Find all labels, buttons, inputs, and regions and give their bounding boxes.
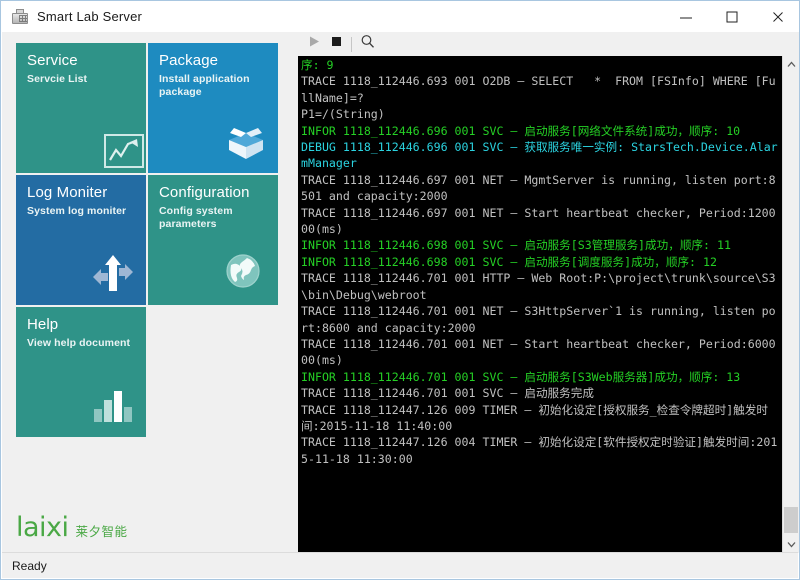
scroll-down-button[interactable] (783, 536, 799, 553)
toolbar-separator (351, 36, 352, 52)
log-panel: 序: 9 TRACE 1118_112446.693 001 O2DB – SEL… (298, 32, 799, 553)
tile-title: Help (27, 316, 59, 333)
search-icon (360, 34, 375, 54)
status-message: Ready (12, 558, 47, 573)
server-rack-icon (11, 8, 29, 26)
log-line: INFOR 1118_112446.698 001 SVC – 启动服务[S3管… (301, 238, 731, 253)
play-icon (308, 35, 321, 53)
log-line: TRACE 1118_112446.693 001 O2DB – SELECT … (301, 74, 776, 105)
close-button[interactable] (755, 1, 799, 32)
tile-title: Package (159, 52, 219, 69)
tile-subtitle: Servcie List (27, 73, 88, 85)
tile-log-moniter[interactable]: Log Moniter System log moniter (16, 175, 146, 305)
log-line: TRACE 1118_112446.701 001 HTTP – Web Roo… (301, 271, 776, 302)
tile-service[interactable]: Service Servcie List (16, 43, 146, 173)
log-line: TRACE 1118_112446.697 001 NET – Start he… (301, 205, 776, 237)
log-toolbar (298, 32, 799, 56)
bar-chart-icon (91, 383, 137, 429)
scrollbar-thumb[interactable] (784, 507, 798, 533)
open-box-icon (223, 119, 269, 165)
window-controls (663, 1, 799, 32)
application-window: Smart Lab Server Service Servcie List Pa… (0, 0, 800, 580)
tile-subtitle: View help document (27, 337, 131, 349)
log-output[interactable]: 序: 9 TRACE 1118_112446.693 001 O2DB – SEL… (298, 56, 782, 553)
window-title: Smart Lab Server (37, 9, 143, 24)
tile-grid: Service Servcie List Package Install app… (16, 43, 280, 439)
title-bar: Smart Lab Server (1, 1, 799, 33)
tile-title: Configuration (159, 184, 250, 201)
tile-title: Log Moniter (27, 184, 108, 201)
log-line: INFOR 1118_112446.701 001 SVC – 启动服务[S3W… (301, 369, 741, 384)
log-line: 序: 9 (301, 58, 334, 72)
tile-configuration[interactable]: Configuration Config system parameters (148, 175, 278, 305)
search-button[interactable] (356, 34, 378, 54)
line-chart-icon (104, 134, 144, 168)
tile-package[interactable]: Package Install application package (148, 43, 278, 173)
log-line: P1=/(String) (301, 107, 385, 122)
play-button[interactable] (303, 34, 325, 54)
scroll-up-button[interactable] (783, 56, 799, 73)
stop-icon (330, 35, 343, 53)
log-scrollbar[interactable] (782, 56, 799, 553)
log-line: TRACE 1118_112447.126 004 TIMER – 初始化设定[… (301, 435, 778, 466)
stop-button[interactable] (325, 34, 347, 54)
log-line: INFOR 1118_112446.696 001 SVC – 启动服务[网络文… (301, 123, 741, 138)
tile-title: Service (27, 52, 78, 69)
log-line: TRACE 1118_112446.697 001 NET – MgmtServ… (301, 172, 776, 204)
tile-subtitle: System log moniter (27, 205, 127, 217)
log-line: TRACE 1118_112446.701 001 NET – Start he… (301, 336, 776, 368)
log-line: TRACE 1118_112446.701 001 SVC – 启动服务完成 (301, 386, 594, 401)
tile-subtitle: Install application package (159, 73, 250, 98)
logo-wordmark: laixi (16, 512, 69, 543)
arrows-up-icon (91, 251, 137, 297)
tile-help[interactable]: Help View help document (16, 307, 146, 437)
tiles-panel: Service Servcie List Package Install app… (2, 32, 298, 553)
logo-chinese-name: 莱夕智能 (75, 525, 128, 539)
minimize-button[interactable] (663, 1, 709, 32)
log-line: TRACE 1118_112446.701 001 NET – S3HttpSe… (301, 304, 776, 335)
log-line: TRACE 1118_112447.126 009 TIMER – 初始化设定[… (301, 402, 768, 433)
maximize-button[interactable] (709, 1, 755, 32)
tile-subtitle: Config system parameters (159, 205, 233, 230)
log-line: INFOR 1118_112446.698 001 SVC – 启动服务[调度服… (301, 254, 717, 269)
log-line: DEBUG 1118_112446.696 001 SVC – 获取服务唯一实例… (301, 140, 778, 171)
company-logo: laixi 莱夕智能 (16, 512, 128, 543)
status-bar: Ready (2, 552, 798, 578)
globe-icon (223, 251, 269, 297)
